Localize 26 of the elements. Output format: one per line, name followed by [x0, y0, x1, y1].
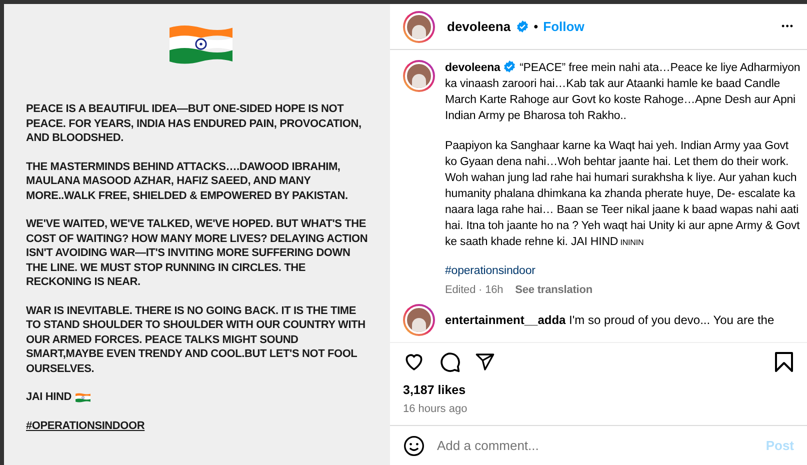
share-icon[interactable] [475, 352, 495, 372]
more-button[interactable]: ••• [782, 20, 794, 34]
post-paragraph: WAR IS INEVITABLE. THERE IS NO GOING BACK. IT IS THE TIME TO STAND SHOULDER TO SHOULDER WITH OUR COUNTRY WITH OUR ARMED FORCES. PEACE TALKS MIGHT SOUND SMART,MAYBE EVEN TRENDY AND COOL.BUT LET'S NOT FOOL OURSELVES. [26, 304, 366, 376]
avatar[interactable] [403, 10, 435, 42]
username[interactable]: devoleena [447, 16, 511, 36]
comment-text: entertainment__adda I'm so proud of you devo... You are the [445, 312, 774, 328]
bookmark-icon[interactable] [774, 350, 794, 373]
emoji-icon[interactable] [403, 434, 425, 456]
separator-dot: • [534, 18, 538, 36]
caption-text: Paapiyon ka Sanghaar karne ka Waqt hai yeh. Indian Army yaa Govt ko Gyaan dena nahi…Woh behtar jaante hai. Let them do their work. Woh wahan jung lad rahe hai humari surakhsha k liye. Aur yahan kuch humanity phalana dhimkana ka zhanda pherate huye, De- escalate ka naara laga rahe hai… Baan se Teer nikal jaane k baad wapas nahi aati hai. Itna toh jaante ho na ? Yeh waqt hai Unity ki aur apne Army & Govt ke saath khade rehne ki. JAI HIND INININ [445, 139, 801, 250]
avatar[interactable] [403, 60, 435, 92]
post-paragraph: PEACE IS A BEAUTIFUL IDEA—BUT ONE-SIDED HOPE IS NOT PEACE. FOR YEARS, INDIA HAS ENDURED PAIN, PROVOCATION, AND BLOODSHED. [26, 102, 362, 146]
caption-text: devoleena “PEACE” free mein nahi ata…Peace ke liye Adharmiyon ka vinaash zaroori hai…Kab tak aur Ataanki hamle ke baad Candle March Karte Rahoge aur Govt ko koste Rahoge…Apne Desh aur Apni Indian Army pe Bharosa toh Rakho.. [445, 60, 801, 124]
signoff-text: JAI HIND [26, 390, 72, 404]
post-time: 16 hours ago [403, 402, 468, 416]
see-translation-link[interactable]: See translation [515, 282, 592, 298]
post-paragraph: WE'VE WAITED, WE'VE TALKED, WE'VE HOPED. BUT WHAT'S THE COST OF WAITING? HOW MANY MORE LIVES? DELAYING ACTION ISN'T AVOIDING WAR—IT'S INVITING MORE SUFFERING DOWN THE LINE. WE MUST STOP RUNNING IN CIRCLES. THE RECKONING IS NEAR. [26, 217, 369, 290]
flag-icon [75, 392, 92, 403]
hashtag-link[interactable]: #operationsindoor [445, 263, 536, 279]
post-hashtag: #OPERATIONSINDOOR [26, 418, 145, 433]
comment-input[interactable]: Add a comment... [437, 436, 754, 456]
post-paragraph: THE MASTERMINDS BEHIND ATTACKS….DAWOOD IBRAHIM, MAULANA MASOOD AZHAR, HAFIZ SAEED, AND MANY MORE..WALK FREE, SHIELDED & EMPOWERED BY PAKISTAN. [26, 160, 349, 203]
comment-icon[interactable] [439, 350, 461, 373]
likes-count[interactable]: 3,187 likes [403, 380, 794, 400]
edited-time: Edited · 16h [445, 283, 504, 298]
avatar[interactable] [403, 304, 435, 336]
